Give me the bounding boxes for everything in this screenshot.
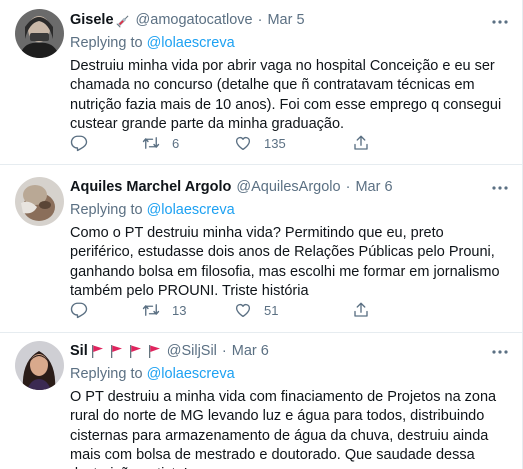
retweet-count: 6 — [172, 135, 180, 151]
tweet-text: O PT destruiu a minha vida com finaciame… — [70, 389, 497, 469]
share-button[interactable] — [352, 134, 382, 152]
replying-to: Replying to @lolaescreva — [70, 202, 506, 221]
reply-icon — [70, 135, 88, 152]
user-handle[interactable]: @amogatocatlove — [136, 12, 253, 28]
more-icon[interactable] — [490, 178, 510, 198]
replying-to: Replying to @lolaescreva — [70, 35, 506, 54]
tweet-date[interactable]: Mar 6 — [232, 343, 269, 359]
like-icon — [235, 136, 251, 151]
tweet[interactable]: Sil @SiljSil · Mar 6 Replying to @lolaes… — [0, 333, 522, 469]
retweet-icon — [142, 304, 160, 316]
avatar[interactable] — [15, 177, 64, 226]
user-handle[interactable]: @AquilesArgolo — [236, 179, 340, 195]
replying-prefix: Replying to — [70, 366, 143, 382]
tweet-actions: 13 51 — [70, 301, 470, 319]
tweet-header: Aquiles Marchel Argolo @AquilesArgolo · … — [70, 177, 506, 197]
flag-emojis — [90, 344, 166, 359]
like-button[interactable]: 51 — [234, 301, 352, 319]
tweet-text: Como o PT destruiu minha vida? Permitind… — [70, 225, 500, 299]
tweet[interactable]: Gisele @amogatocatlove · Mar 5 Replying … — [0, 0, 522, 165]
display-name[interactable]: Gisele — [70, 12, 114, 28]
reply-icon — [70, 302, 88, 319]
retweet-icon — [142, 137, 160, 149]
replying-prefix: Replying to — [70, 35, 143, 51]
reply-button[interactable] — [70, 134, 142, 152]
red-flag-icon — [91, 344, 103, 358]
syringe-icon — [115, 15, 128, 28]
tweet-header: Gisele @amogatocatlove · Mar 5 — [70, 10, 506, 30]
mention-link[interactable]: @lolaescreva — [147, 35, 235, 51]
separator-dot: · — [345, 179, 351, 195]
like-button[interactable]: 135 — [234, 134, 352, 152]
reply-button[interactable] — [70, 301, 142, 319]
retweet-button[interactable]: 6 — [142, 134, 234, 152]
like-icon — [235, 303, 251, 318]
more-icon[interactable] — [490, 12, 510, 32]
tweet-actions: 6 135 — [70, 134, 470, 152]
separator-dot: · — [221, 343, 227, 359]
share-icon — [354, 302, 368, 317]
display-name[interactable]: Aquiles Marchel Argolo — [70, 179, 231, 195]
more-icon[interactable] — [490, 342, 510, 362]
red-flag-icon — [110, 344, 122, 358]
red-flag-icon — [129, 344, 141, 358]
replying-prefix: Replying to — [70, 202, 143, 218]
tweet-header: Sil @SiljSil · Mar 6 — [70, 341, 506, 361]
tweet-date[interactable]: Mar 5 — [267, 12, 304, 28]
user-handle[interactable]: @SiljSil — [167, 343, 217, 359]
retweet-button[interactable]: 13 — [142, 301, 234, 319]
tweet-text: Destruiu minha vida por abrir vaga no ho… — [70, 58, 502, 132]
red-flag-icon — [148, 344, 160, 358]
retweet-count: 13 — [172, 302, 187, 318]
share-icon — [354, 135, 368, 150]
replying-to: Replying to @lolaescreva — [70, 366, 506, 385]
avatar[interactable] — [15, 9, 64, 58]
like-count: 51 — [264, 302, 279, 318]
like-count: 135 — [264, 135, 286, 151]
mention-link[interactable]: @lolaescreva — [147, 366, 235, 382]
tweet-feed: Gisele @amogatocatlove · Mar 5 Replying … — [0, 0, 523, 469]
tweet-date[interactable]: Mar 6 — [355, 179, 392, 195]
avatar[interactable] — [15, 341, 64, 390]
display-name[interactable]: Sil — [70, 343, 88, 359]
share-button[interactable] — [352, 301, 382, 319]
mention-link[interactable]: @lolaescreva — [147, 202, 235, 218]
separator-dot: · — [257, 12, 263, 28]
